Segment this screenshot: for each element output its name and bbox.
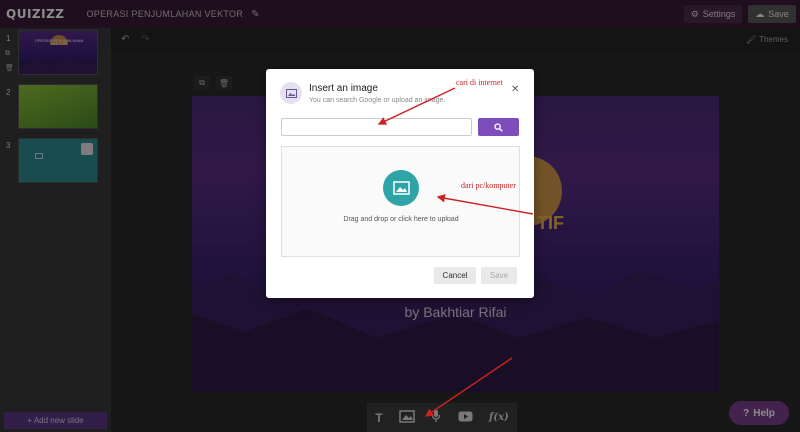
cancel-button[interactable]: Cancel (434, 267, 476, 284)
search-icon (494, 122, 503, 132)
annotation-internet: cari di internet (456, 78, 503, 87)
image-icon (392, 181, 410, 195)
annotation-pc: dari pc/komputer (461, 181, 516, 190)
modal-subtitle: You can search Google or upload an image… (309, 97, 446, 104)
upload-image-button[interactable] (383, 170, 419, 206)
search-button[interactable] (478, 118, 519, 136)
modal-title: Insert an image (309, 83, 378, 94)
upload-drop-zone[interactable]: Drag and drop or click here to upload (281, 146, 520, 257)
close-icon[interactable]: ✕ (511, 84, 519, 95)
drop-instructions: Drag and drop or click here to upload (343, 216, 459, 223)
modal-save-button[interactable]: Save (481, 267, 517, 284)
image-icon (280, 82, 302, 104)
image-search-input[interactable] (281, 118, 472, 136)
